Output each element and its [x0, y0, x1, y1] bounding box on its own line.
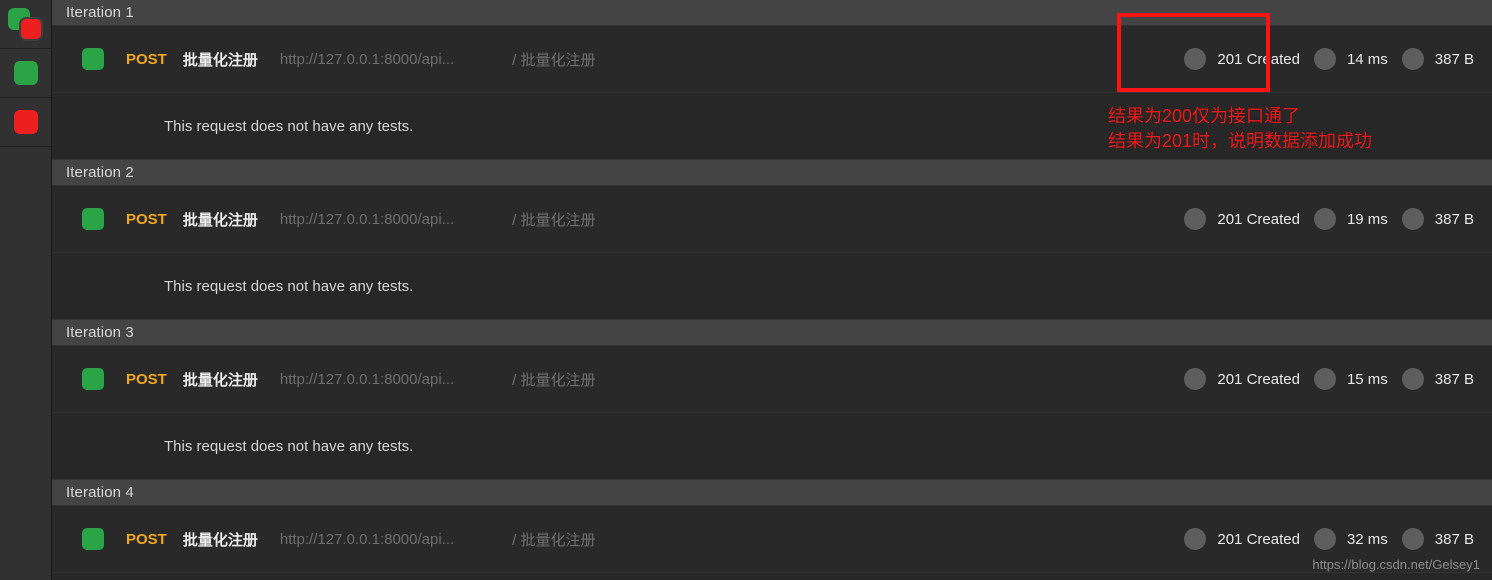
- request-method: POST: [126, 210, 167, 228]
- request-url: http://127.0.0.1:8000/api...: [279, 530, 455, 548]
- sidebar-empty-area: [0, 147, 51, 580]
- request-name: 批量化注册: [182, 371, 258, 389]
- status-bullet-icon: [1184, 528, 1207, 550]
- request-status-square-icon: [82, 368, 104, 390]
- iteration-label: Iteration 2: [66, 164, 134, 181]
- request-status-square-icon: [82, 208, 104, 230]
- request-name: 批量化注册: [182, 211, 258, 229]
- request-row[interactable]: POST 批量化注册 http://127.0.0.1:8000/api... …: [52, 506, 1492, 573]
- request-stats: 201 Created 14 ms 387 B: [1184, 48, 1474, 70]
- size-text: 387 B: [1434, 530, 1474, 548]
- tests-message: This request does not have any tests.: [164, 437, 414, 455]
- size-text: 387 B: [1434, 210, 1474, 228]
- time-text: 32 ms: [1346, 530, 1388, 548]
- request-stats: 201 Created 15 ms 387 B: [1184, 368, 1474, 390]
- status-bullet-icon: [1184, 208, 1207, 230]
- iteration-label: Iteration 1: [66, 4, 134, 21]
- request-url: http://127.0.0.1:8000/api...: [279, 370, 455, 388]
- request-method: POST: [126, 50, 167, 68]
- status-stat: 201 Created: [1184, 208, 1300, 230]
- results-filter-sidebar: [0, 0, 52, 580]
- request-path: / 批量化注册: [512, 531, 596, 549]
- runner-results-view: Iteration 1 POST 批量化注册 http://127.0.0.1:…: [0, 0, 1492, 580]
- size-stat: 387 B: [1401, 528, 1474, 550]
- request-row[interactable]: POST 批量化注册 http://127.0.0.1:8000/api... …: [52, 346, 1492, 413]
- time-stat: 14 ms: [1313, 48, 1388, 70]
- iterations-list: Iteration 1 POST 批量化注册 http://127.0.0.1:…: [52, 0, 1492, 580]
- time-stat: 32 ms: [1313, 528, 1388, 550]
- size-bullet-icon: [1401, 528, 1424, 550]
- size-stat: 387 B: [1401, 368, 1474, 390]
- sidebar-item-all-results[interactable]: [0, 0, 51, 49]
- request-path: / 批量化注册: [512, 51, 596, 69]
- time-stat: 15 ms: [1313, 368, 1388, 390]
- tests-row: This request does not have any tests.: [52, 253, 1492, 320]
- status-text: 201 Created: [1217, 50, 1300, 68]
- request-method: POST: [126, 370, 167, 388]
- request-name: 批量化注册: [182, 51, 258, 69]
- status-stat: 201 Created: [1184, 528, 1300, 550]
- iteration-header: Iteration 2: [52, 160, 1492, 186]
- iteration-block: Iteration 4 POST 批量化注册 http://127.0.0.1:…: [52, 480, 1492, 580]
- request-stats: 201 Created 32 ms 387 B: [1184, 528, 1474, 550]
- size-bullet-icon: [1401, 208, 1424, 230]
- size-bullet-icon: [1401, 48, 1424, 70]
- request-url: http://127.0.0.1:8000/api...: [279, 50, 455, 68]
- annotation-line-2: 结果为201时，说明数据添加成功: [1108, 131, 1373, 151]
- status-text: 201 Created: [1217, 530, 1300, 548]
- tests-message: This request does not have any tests.: [164, 277, 414, 295]
- size-stat: 387 B: [1401, 48, 1474, 70]
- time-bullet-icon: [1313, 368, 1336, 390]
- request-row[interactable]: POST 批量化注册 http://127.0.0.1:8000/api... …: [52, 186, 1492, 253]
- time-text: 15 ms: [1346, 370, 1388, 388]
- time-text: 14 ms: [1346, 50, 1388, 68]
- status-stat: 201 Created: [1184, 48, 1300, 70]
- size-bullet-icon: [1401, 368, 1424, 390]
- tests-row: This request does not have any tests.: [52, 413, 1492, 480]
- request-path: / 批量化注册: [512, 371, 596, 389]
- request-path: / 批量化注册: [512, 211, 596, 229]
- request-stats: 201 Created 19 ms 387 B: [1184, 208, 1474, 230]
- status-text: 201 Created: [1217, 370, 1300, 388]
- status-bullet-icon: [1184, 368, 1207, 390]
- time-text: 19 ms: [1346, 210, 1388, 228]
- status-bullet-icon: [1184, 48, 1207, 70]
- iteration-header: Iteration 4: [52, 480, 1492, 506]
- green-red-stacked-squares-icon: [7, 8, 44, 41]
- iteration-label: Iteration 3: [66, 324, 134, 341]
- size-text: 387 B: [1434, 50, 1474, 68]
- annotation-note: 结果为200仅为接口通了 结果为201时，说明数据添加成功: [1108, 104, 1372, 154]
- iteration-header: Iteration 1: [52, 0, 1492, 26]
- iteration-header: Iteration 3: [52, 320, 1492, 346]
- iteration-block: Iteration 3 POST 批量化注册 http://127.0.0.1:…: [52, 320, 1492, 480]
- request-status-square-icon: [82, 528, 104, 550]
- annotation-line-1: 结果为200仅为接口通了: [1108, 106, 1301, 126]
- iteration-block: Iteration 2 POST 批量化注册 http://127.0.0.1:…: [52, 160, 1492, 320]
- status-stat: 201 Created: [1184, 368, 1300, 390]
- tests-row: This request does not have any tests.: [52, 573, 1492, 580]
- sidebar-item-passed-results[interactable]: [0, 49, 51, 98]
- red-square-icon: [13, 110, 38, 134]
- green-square-icon: [13, 61, 38, 85]
- request-method: POST: [126, 530, 167, 548]
- request-name: 批量化注册: [182, 531, 258, 549]
- size-stat: 387 B: [1401, 208, 1474, 230]
- time-bullet-icon: [1313, 208, 1336, 230]
- status-text: 201 Created: [1217, 210, 1300, 228]
- request-url: http://127.0.0.1:8000/api...: [279, 210, 455, 228]
- time-bullet-icon: [1313, 528, 1336, 550]
- watermark: https://blog.csdn.net/Gelsey1: [1312, 557, 1480, 572]
- time-bullet-icon: [1313, 48, 1336, 70]
- tests-message: This request does not have any tests.: [164, 117, 414, 135]
- size-text: 387 B: [1434, 370, 1474, 388]
- time-stat: 19 ms: [1313, 208, 1388, 230]
- sidebar-item-failed-results[interactable]: [0, 98, 51, 147]
- iteration-label: Iteration 4: [66, 484, 134, 501]
- request-row[interactable]: POST 批量化注册 http://127.0.0.1:8000/api... …: [52, 26, 1492, 93]
- request-status-square-icon: [82, 48, 104, 70]
